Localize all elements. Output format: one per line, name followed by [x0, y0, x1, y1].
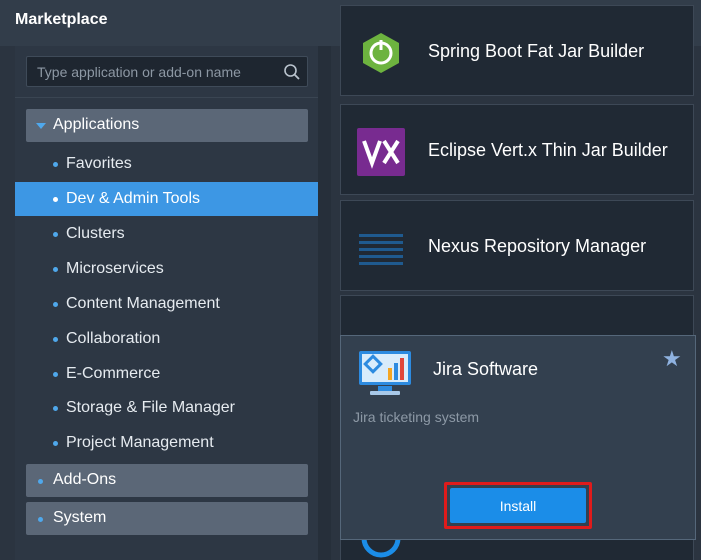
sidebar-item-dev-admin-tools[interactable]: Dev & Admin Tools: [15, 182, 318, 216]
nexus-icon: [359, 234, 403, 265]
bullet-icon: [53, 441, 58, 446]
sidebar-item-label: Favorites: [66, 155, 132, 172]
app-card-nexus[interactable]: Nexus Repository Manager: [340, 200, 694, 291]
sidebar-item-collaboration[interactable]: Collaboration: [15, 322, 318, 356]
sidebar-item-clusters[interactable]: Clusters: [15, 217, 318, 251]
app-name: Nexus Repository Manager: [428, 236, 647, 256]
sidebar-item-e-commerce[interactable]: E-Commerce: [15, 357, 318, 391]
bullet-icon: [53, 337, 58, 342]
caret-down-icon: [36, 123, 46, 129]
search-icon[interactable]: [283, 63, 301, 81]
sidebar: Applications Favorites Dev & Admin Tools…: [15, 46, 318, 560]
group-system[interactable]: System: [26, 502, 308, 535]
app-details-popup: Jira Software ★ Jira ticketing system In…: [340, 335, 696, 540]
sidebar-item-label: Dev & Admin Tools: [66, 190, 200, 207]
sidebar-item-project-management[interactable]: Project Management: [15, 426, 318, 460]
bullet-icon: [53, 302, 58, 307]
sidebar-item-favorites[interactable]: Favorites: [15, 147, 318, 181]
sidebar-item-label: Storage & File Manager: [66, 399, 235, 416]
bullet-icon: [53, 162, 58, 167]
sidebar-item-label: Microservices: [66, 260, 164, 277]
app-name: Eclipse Vert.x Thin Jar Builder: [428, 140, 668, 160]
vertx-icon: [357, 128, 405, 176]
app-card-spring-boot[interactable]: Spring Boot Fat Jar Builder: [340, 5, 694, 96]
bullet-icon: [53, 232, 58, 237]
bullet-icon: [53, 372, 58, 377]
install-button[interactable]: Install: [450, 488, 586, 523]
sidebar-item-label: Clusters: [66, 225, 125, 242]
app-name: Jira Software: [433, 359, 539, 379]
app-card-vertx[interactable]: Eclipse Vert.x Thin Jar Builder: [340, 104, 694, 195]
group-label: Add-Ons: [53, 471, 117, 488]
install-highlight: Install: [444, 482, 592, 529]
group-label: Applications: [53, 116, 140, 133]
star-icon[interactable]: ★: [662, 346, 682, 372]
sidebar-item-label: Project Management: [66, 434, 214, 451]
group-add-ons[interactable]: Add-Ons: [26, 464, 308, 497]
sidebar-item-microservices[interactable]: Microservices: [15, 252, 318, 286]
sidebar-item-label: E-Commerce: [66, 365, 161, 382]
jira-monitor-icon: [359, 351, 411, 395]
sidebar-item-label: Collaboration: [66, 330, 161, 347]
bullet-icon: [53, 406, 58, 411]
app-description: Jira ticketing system: [353, 409, 480, 425]
search-box[interactable]: [26, 56, 308, 87]
app-name: Spring Boot Fat Jar Builder: [428, 41, 645, 61]
spring-boot-icon: [363, 33, 399, 73]
sidebar-item-storage-file-manager[interactable]: Storage & File Manager: [15, 391, 318, 425]
panel-divider: [318, 46, 331, 560]
bullet-icon: [38, 517, 43, 522]
sidebar-item-label: Content Management: [66, 295, 220, 312]
sidebar-item-content-management[interactable]: Content Management: [15, 287, 318, 321]
group-label: System: [53, 509, 107, 526]
bullet-icon: [53, 267, 58, 272]
window-title: Marketplace: [15, 11, 108, 28]
sidebar-divider: [15, 97, 318, 98]
bullet-icon: [38, 479, 43, 484]
group-applications[interactable]: Applications: [26, 109, 308, 142]
bullet-icon: [53, 197, 58, 202]
search-input[interactable]: [27, 57, 277, 86]
